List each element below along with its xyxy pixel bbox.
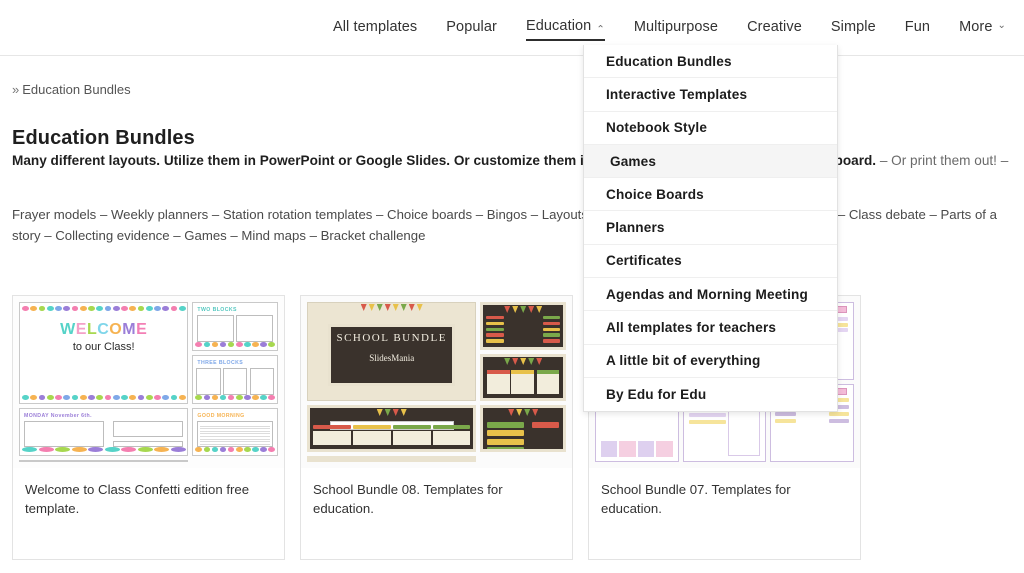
dropdown-item-label: Interactive Templates — [606, 86, 748, 102]
dropdown-item-games[interactable]: Games — [584, 144, 837, 179]
breadcrumb-separator: » — [12, 82, 20, 97]
nav-item-creative[interactable]: Creative — [747, 15, 802, 40]
dropdown-item-a-little-bit-of-everything[interactable]: A little bit of everything — [584, 345, 837, 378]
chevron-down-icon: ⌄ — [997, 20, 1006, 31]
slide-welcome-subtitle: to our Class! — [72, 341, 135, 353]
nav-label: Fun — [904, 19, 931, 35]
nav-label: Multipurpose — [633, 19, 719, 35]
dropdown-item-label: Notebook Style — [606, 120, 708, 136]
letter: E — [136, 321, 148, 338]
nav-item-more[interactable]: More ⌄ — [959, 15, 1006, 40]
dropdown-item-label: All templates for teachers — [606, 320, 777, 336]
nav-label: More — [959, 19, 993, 35]
card-caption: Welcome to Class Confetti edition free t… — [25, 482, 250, 516]
nav-item-fun[interactable]: Fun — [905, 15, 930, 40]
slide-cover-title: SCHOOL BUNDLE — [336, 332, 447, 345]
slide-welcome: WELCOME to our Class! — [19, 302, 189, 404]
nav-label: Simple — [830, 19, 876, 35]
nav-label: Creative — [747, 19, 802, 35]
confetti-dots-icon — [195, 342, 276, 348]
nav-label: Education — [525, 18, 592, 34]
bunting-icon — [310, 408, 473, 417]
dropdown-item-by-edu-for-edu[interactable]: By Edu for Edu — [584, 378, 837, 411]
slide-good-morning-title: GOOD MORNING — [197, 412, 245, 419]
chevron-up-icon: ⌄ — [596, 22, 605, 33]
nav-label: Popular — [446, 19, 497, 35]
top-navigation-bar: All templates Popular Education ⌄ Multip… — [0, 0, 1024, 56]
nav-item-popular[interactable]: Popular — [446, 15, 497, 40]
dropdown-item-label: Certificates — [606, 253, 682, 269]
slide-title-blocks — [307, 404, 477, 452]
slide-monday: MONDAY November 6th. — [19, 407, 189, 456]
slide-school-bundle-cover: SCHOOL BUNDLE SlidesMania — [307, 302, 477, 401]
breadcrumb-current[interactable]: Education Bundles — [22, 82, 130, 97]
nav-label: All templates — [332, 19, 418, 35]
slide-monday-title: MONDAY November 6th. — [24, 412, 92, 419]
card-thumbnail-school-bundle-08: SCHOOL BUNDLE SlidesMania — [301, 296, 572, 468]
bunting-icon — [483, 408, 563, 417]
dropdown-item-planners[interactable]: Planners — [584, 211, 837, 245]
letter: C — [97, 321, 110, 338]
confetti-dots-bottom-icon — [22, 394, 186, 400]
slide-three-blocks: THREE BLOCKS — [192, 355, 278, 404]
intro-soft-text: – Or print them out! – — [879, 153, 1009, 168]
nav-item-simple[interactable]: Simple — [831, 15, 876, 40]
dropdown-item-label: By Edu for Edu — [606, 387, 707, 403]
confetti-dots-icon — [22, 447, 186, 452]
letter: M — [122, 321, 137, 338]
dropdown-item-notebook-style[interactable]: Notebook Style — [584, 112, 837, 145]
card-caption: School Bundle 08. Templates for educatio… — [313, 482, 503, 516]
letter: E — [75, 321, 87, 338]
confetti-dots-icon — [195, 447, 276, 452]
breadcrumb: » Education Bundles — [12, 82, 131, 97]
slide-evidence — [480, 404, 566, 452]
template-card[interactable]: WELCOME to our Class! TWO BLOCKS THREE B… — [12, 295, 285, 560]
page-title: Education Bundles — [12, 127, 195, 150]
bunting-icon — [483, 306, 563, 314]
dropdown-item-label: Games — [610, 153, 657, 169]
dropdown-item-label: Choice Boards — [606, 186, 704, 202]
card-caption: School Bundle 07. Templates for educatio… — [601, 482, 791, 516]
dropdown-item-all-templates-for-teachers[interactable]: All templates for teachers — [584, 311, 837, 345]
nav-item-all-templates[interactable]: All templates — [333, 15, 417, 40]
letter: W — [60, 321, 76, 338]
slide-table — [307, 455, 477, 462]
dropdown-item-education-bundles[interactable]: Education Bundles — [584, 45, 837, 79]
confetti-dots-icon — [195, 394, 276, 400]
slide-welcome-title: WELCOME — [20, 321, 187, 339]
keywords-paragraph: Frayer models – Weekly planners – Statio… — [12, 207, 997, 243]
letter: O — [109, 321, 123, 338]
bunting-icon — [483, 357, 563, 366]
dropdown-item-choice-boards[interactable]: Choice Boards — [584, 178, 837, 212]
slide-two-blocks-title: TWO BLOCKS — [197, 307, 237, 313]
nav-item-multipurpose[interactable]: Multipurpose — [634, 15, 718, 40]
slide-three-columns — [480, 353, 566, 401]
dropdown-item-label: Education Bundles — [606, 53, 732, 69]
slide-cover-subtitle: SlidesMania — [369, 353, 415, 364]
slide-good-morning: GOOD MORNING — [192, 407, 278, 456]
nav-item-education[interactable]: Education ⌄ — [525, 14, 605, 41]
letter: L — [86, 321, 98, 338]
dropdown-item-label: Agendas and Morning Meeting — [606, 286, 808, 302]
slide-bracket-challenge — [480, 302, 566, 350]
dropdown-item-label: Planners — [606, 220, 665, 236]
education-dropdown-menu: Education Bundles Interactive Templates … — [583, 45, 838, 413]
slide-four-blocks: FOUR BLOCKS — [19, 460, 189, 462]
card-thumbnail-confetti: WELCOME to our Class! TWO BLOCKS THREE B… — [13, 296, 284, 468]
slide-three-blocks-title: THREE BLOCKS — [197, 360, 244, 367]
bunting-icon — [308, 304, 475, 312]
dropdown-item-interactive-templates[interactable]: Interactive Templates — [584, 78, 837, 112]
confetti-dots-top-icon — [22, 306, 186, 311]
page-root: All templates Popular Education ⌄ Multip… — [0, 0, 1024, 573]
dropdown-item-agendas-and-morning-meeting[interactable]: Agendas and Morning Meeting — [584, 278, 837, 312]
template-card[interactable]: SCHOOL BUNDLE SlidesMania School Bundle … — [300, 295, 573, 560]
dropdown-item-certificates[interactable]: Certificates — [584, 245, 837, 279]
bunting-icon — [310, 460, 473, 462]
dropdown-item-label: A little bit of everything — [606, 353, 761, 369]
slide-two-blocks: TWO BLOCKS — [192, 302, 278, 352]
intro-paragraph: Many different layouts. Utilize them in … — [12, 150, 1012, 171]
